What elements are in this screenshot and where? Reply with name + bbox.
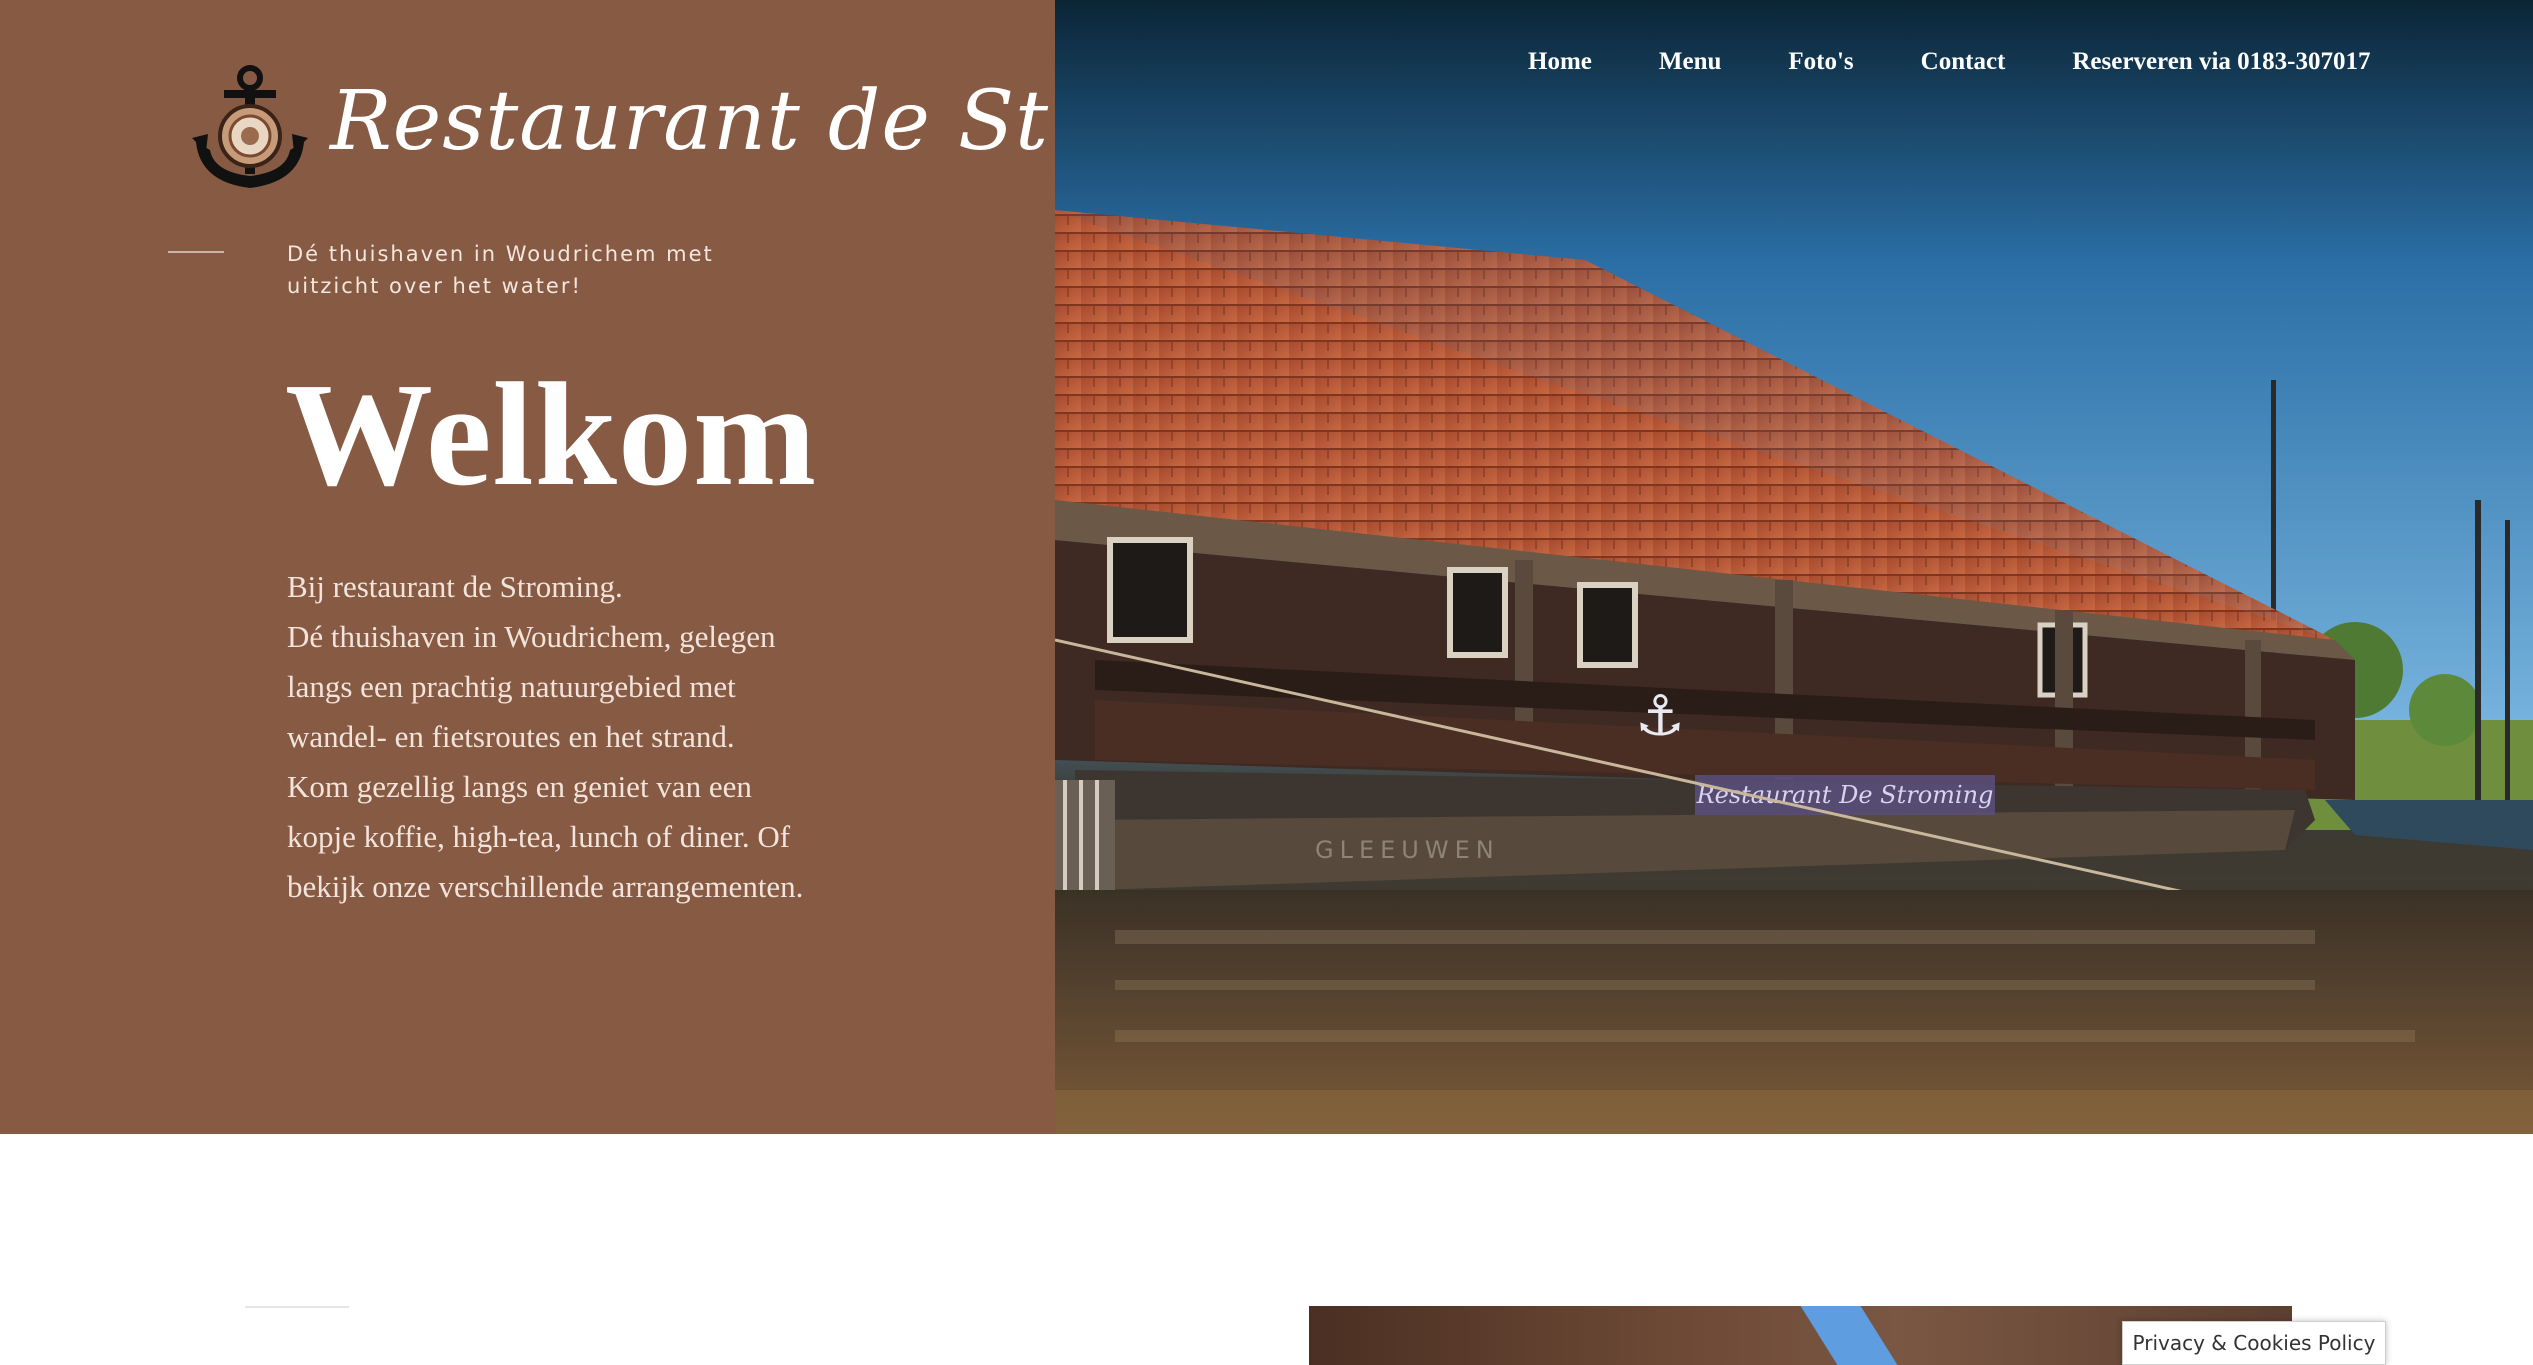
hero-photo-restaurant-boat: ⚓ Restaurant De Stroming GLEEUWEN	[1055, 0, 2533, 1134]
intro-line: Kom gezellig langs en geniet van een kop…	[287, 769, 804, 904]
page-title: Welkom	[285, 353, 818, 517]
boat-hull-text: GLEEUWEN	[1315, 836, 1500, 864]
nav-reserve[interactable]: Reserveren via 0183-307017	[2072, 48, 2370, 76]
nav-photos[interactable]: Foto's	[1788, 48, 1853, 76]
svg-text:⚓: ⚓	[1635, 684, 1685, 749]
nav-menu[interactable]: Menu	[1659, 48, 1722, 76]
intro-line: Dé thuishaven in Woudrichem, gelegen lan…	[287, 619, 776, 754]
nav-contact[interactable]: Contact	[1921, 48, 2006, 76]
section-photo-sky	[1800, 1306, 1898, 1365]
boat-sign-text: Restaurant De Stroming	[1696, 781, 1994, 809]
tagline-divider	[168, 251, 224, 253]
privacy-cookies-button[interactable]: Privacy & Cookies Policy	[2122, 1321, 2386, 1365]
hero-intro-panel: Restaurant de Stroming Dé thuishaven in …	[0, 0, 1352, 1134]
main-navigation: Home Menu Foto's Contact Reserveren via …	[1528, 42, 2370, 82]
hero-intro-text: Bij restaurant de Stroming. Dé thuishave…	[287, 562, 807, 912]
nav-home[interactable]: Home	[1528, 48, 1592, 76]
intro-line: Bij restaurant de Stroming.	[287, 569, 623, 604]
restaurant-boat-illustration: ⚓ Restaurant De Stroming GLEEUWEN	[1055, 0, 2533, 1134]
site-logo[interactable]: Restaurant de Stroming	[190, 64, 1352, 204]
section-divider	[245, 1306, 349, 1308]
anchor-emblem-icon	[192, 65, 308, 188]
hero-tagline: Dé thuishaven in Woudrichem met uitzicht…	[287, 242, 714, 298]
